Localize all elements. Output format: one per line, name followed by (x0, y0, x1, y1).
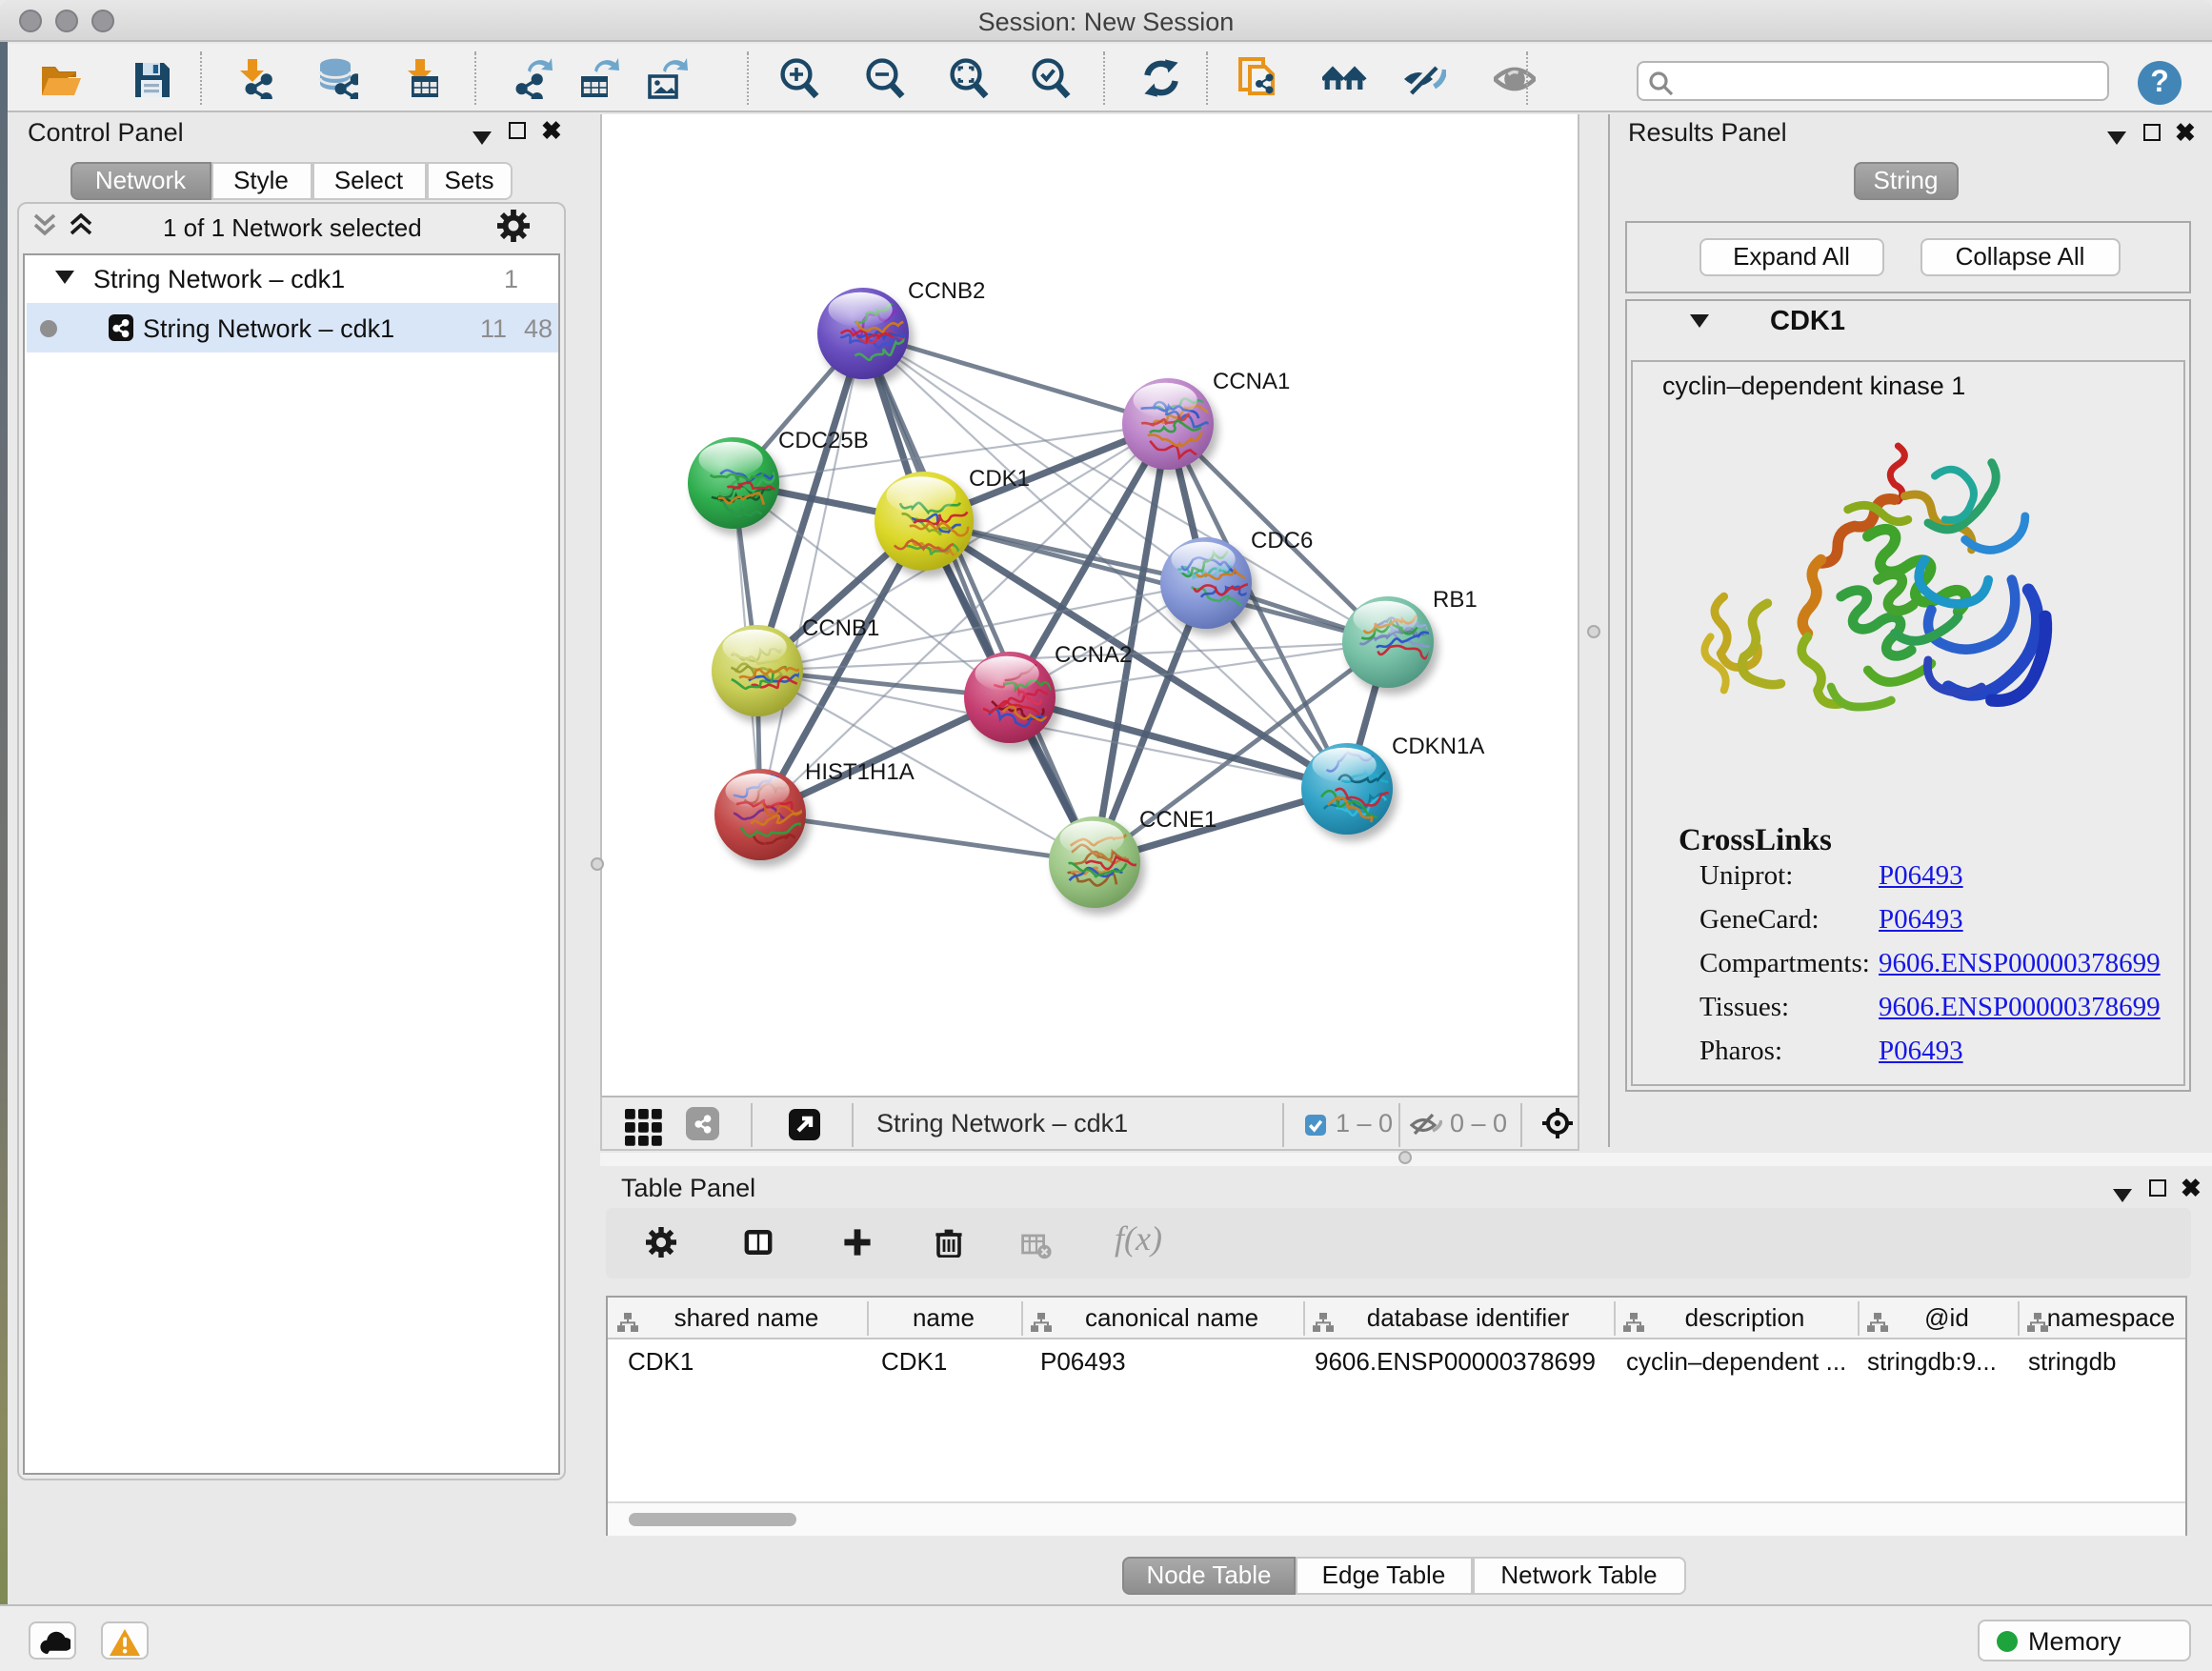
svg-text:CDK1: CDK1 (969, 465, 1030, 491)
svg-text:CCNB2: CCNB2 (908, 277, 985, 303)
svg-text:CCNA1: CCNA1 (1213, 368, 1290, 393)
svg-text:CCNE1: CCNE1 (1139, 806, 1217, 832)
svg-text:RB1: RB1 (1433, 586, 1478, 612)
svg-text:HIST1H1A: HIST1H1A (805, 758, 915, 784)
svg-text:CDC6: CDC6 (1251, 527, 1313, 553)
svg-text:CDKN1A: CDKN1A (1392, 733, 1484, 758)
svg-text:CCNA2: CCNA2 (1055, 641, 1132, 667)
svg-text:CDC25B: CDC25B (778, 427, 869, 453)
svg-text:CCNB1: CCNB1 (802, 614, 879, 640)
